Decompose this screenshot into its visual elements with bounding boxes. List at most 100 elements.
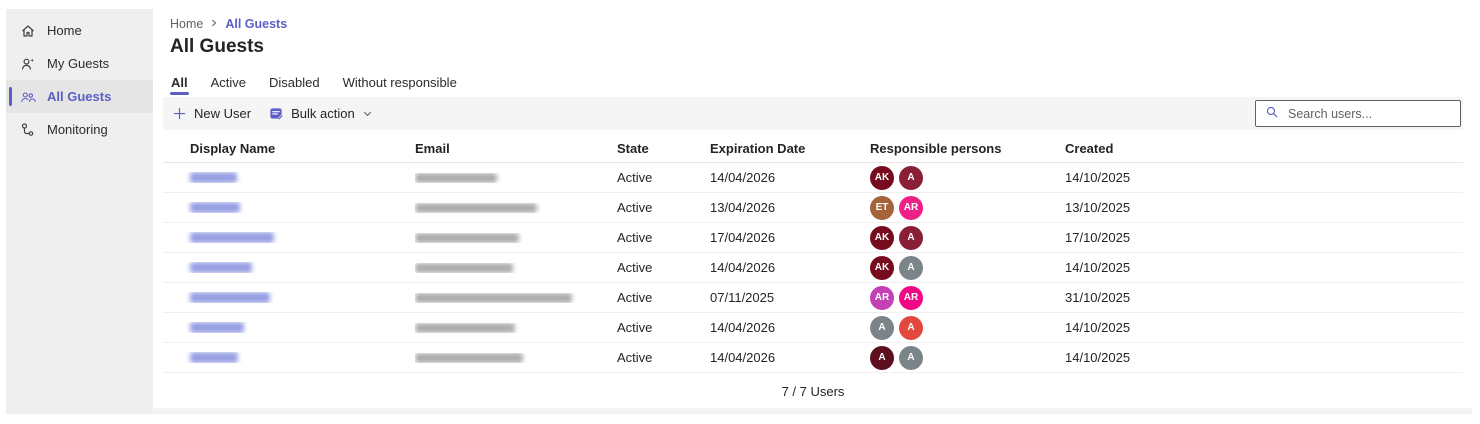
- avatar[interactable]: A: [899, 165, 923, 190]
- state-value: Active: [617, 230, 653, 245]
- expiration-date-value: 14/04/2026: [710, 350, 776, 365]
- display-name-link[interactable]: [190, 172, 237, 183]
- table-row: Active 14/04/2026 AA 14/10/2025: [163, 343, 1463, 373]
- email-redacted: [415, 322, 515, 333]
- table-footer: 7 / 7 Users: [163, 373, 1463, 409]
- sidebar-item-label: My Guests: [47, 56, 110, 71]
- display-name-link[interactable]: [190, 202, 240, 213]
- user-count: 7 / 7 Users: [781, 383, 845, 399]
- expiration-date-value: 14/04/2026: [710, 320, 776, 335]
- responsible-persons: ET AR: [870, 195, 1065, 220]
- avatar[interactable]: AR: [899, 285, 923, 310]
- email-redacted: [415, 262, 513, 273]
- created-value: 31/10/2025: [1065, 290, 1131, 305]
- tab-bar: All Active Disabled Without responsible: [170, 69, 458, 95]
- avatar[interactable]: A: [899, 345, 923, 370]
- toolbar: New User Bulk action: [163, 97, 1463, 130]
- bulk-action-label: Bulk action: [291, 106, 355, 121]
- expiration-date-value: 14/04/2026: [710, 170, 776, 185]
- page-title: All Guests: [170, 36, 264, 57]
- avatar[interactable]: AR: [870, 285, 894, 310]
- table-body: Active 14/04/2026 AK A 14/10/2025 Active …: [163, 163, 1463, 373]
- sidebar-item-all-guests[interactable]: All Guests: [6, 80, 153, 113]
- search-icon: [1265, 105, 1279, 122]
- created-value: 14/10/2025: [1065, 260, 1131, 275]
- guests-table: Display Name Email State Expiration Date…: [163, 135, 1463, 373]
- created-value: 17/10/2025: [1065, 230, 1131, 245]
- avatar[interactable]: A: [899, 255, 923, 280]
- table-row: Active 14/04/2026 AA 14/10/2025: [163, 313, 1463, 343]
- new-user-button[interactable]: New User: [163, 97, 260, 130]
- chevron-down-icon: [362, 108, 373, 119]
- sidebar-item-monitoring[interactable]: Monitoring: [6, 113, 153, 146]
- breadcrumb-current[interactable]: All Guests: [225, 17, 287, 31]
- display-name-link[interactable]: [190, 352, 238, 363]
- new-user-label: New User: [194, 106, 252, 121]
- table-row: Active 14/04/2026 AK A 14/10/2025: [163, 163, 1463, 193]
- avatar[interactable]: AK: [870, 225, 894, 250]
- avatar[interactable]: AK: [870, 165, 894, 190]
- avatar[interactable]: A: [899, 225, 923, 250]
- breadcrumb: Home All Guests: [170, 17, 287, 31]
- email-redacted: [415, 352, 523, 363]
- main-content: Home All Guests All Guests All Active Di…: [153, 9, 1472, 414]
- person-star-icon: [20, 56, 36, 72]
- column-header-state: State: [617, 141, 649, 156]
- email-redacted: [415, 292, 572, 303]
- state-value: Active: [617, 200, 653, 215]
- table-row: Active 13/04/2026 ET AR 13/10/2025: [163, 193, 1463, 223]
- table-row: Active 07/11/2025 AR AR 31/10/2025: [163, 283, 1463, 313]
- responsible-persons: AA: [870, 345, 1065, 370]
- tab-all[interactable]: All: [170, 75, 189, 95]
- tab-without-responsible[interactable]: Without responsible: [342, 75, 458, 90]
- avatar[interactable]: A: [899, 315, 923, 340]
- bulk-action-icon: [269, 106, 284, 121]
- expiration-date-value: 13/04/2026: [710, 200, 776, 215]
- sidebar-item-home[interactable]: Home: [6, 14, 153, 47]
- tab-active[interactable]: Active: [210, 75, 247, 90]
- display-name-link[interactable]: [190, 262, 252, 273]
- state-value: Active: [617, 170, 653, 185]
- display-name-link[interactable]: [190, 292, 270, 303]
- expiration-date-value: 17/04/2026: [710, 230, 776, 245]
- avatar[interactable]: AK: [870, 255, 894, 280]
- responsible-persons: AK A: [870, 225, 1065, 250]
- sidebar-item-label: All Guests: [47, 89, 112, 104]
- sidebar: Home My Guests All Guests Monitoring: [6, 9, 153, 414]
- breadcrumb-home-link[interactable]: Home: [170, 17, 203, 31]
- expiration-date-value: 14/04/2026: [710, 260, 776, 275]
- table-header: Display Name Email State Expiration Date…: [163, 135, 1463, 163]
- tab-disabled[interactable]: Disabled: [268, 75, 321, 90]
- responsible-persons: AK A: [870, 255, 1065, 280]
- expiration-date-value: 07/11/2025: [710, 290, 775, 305]
- avatar[interactable]: AR: [899, 195, 923, 220]
- state-value: Active: [617, 260, 653, 275]
- column-header-expiration-date: Expiration Date: [710, 141, 806, 156]
- search-input[interactable]: [1286, 105, 1451, 122]
- avatar[interactable]: A: [870, 315, 894, 340]
- people-icon: [20, 89, 36, 105]
- chevron-right-icon: [209, 17, 219, 31]
- column-header-display-name: Display Name: [190, 141, 276, 156]
- state-value: Active: [617, 290, 653, 305]
- sidebar-item-my-guests[interactable]: My Guests: [6, 47, 153, 80]
- display-name-link[interactable]: [190, 232, 274, 243]
- responsible-persons: AA: [870, 315, 1065, 340]
- state-value: Active: [617, 320, 653, 335]
- created-value: 14/10/2025: [1065, 170, 1131, 185]
- responsible-persons: AK A: [870, 165, 1065, 190]
- email-redacted: [415, 172, 497, 183]
- search-box: [1255, 100, 1461, 127]
- responsible-persons: AR AR: [870, 285, 1065, 310]
- column-header-created: Created: [1065, 141, 1114, 156]
- bulk-action-button[interactable]: Bulk action: [260, 97, 382, 130]
- avatar[interactable]: A: [870, 345, 894, 370]
- home-icon: [20, 23, 36, 39]
- app-window: Home My Guests All Guests Monitoring Hom…: [6, 9, 1472, 414]
- avatar[interactable]: ET: [870, 195, 894, 220]
- sidebar-item-label: Home: [47, 23, 82, 38]
- column-header-email: Email: [415, 141, 450, 156]
- email-redacted: [415, 202, 537, 213]
- table-row: Active 17/04/2026 AK A 17/10/2025: [163, 223, 1463, 253]
- display-name-link[interactable]: [190, 322, 244, 333]
